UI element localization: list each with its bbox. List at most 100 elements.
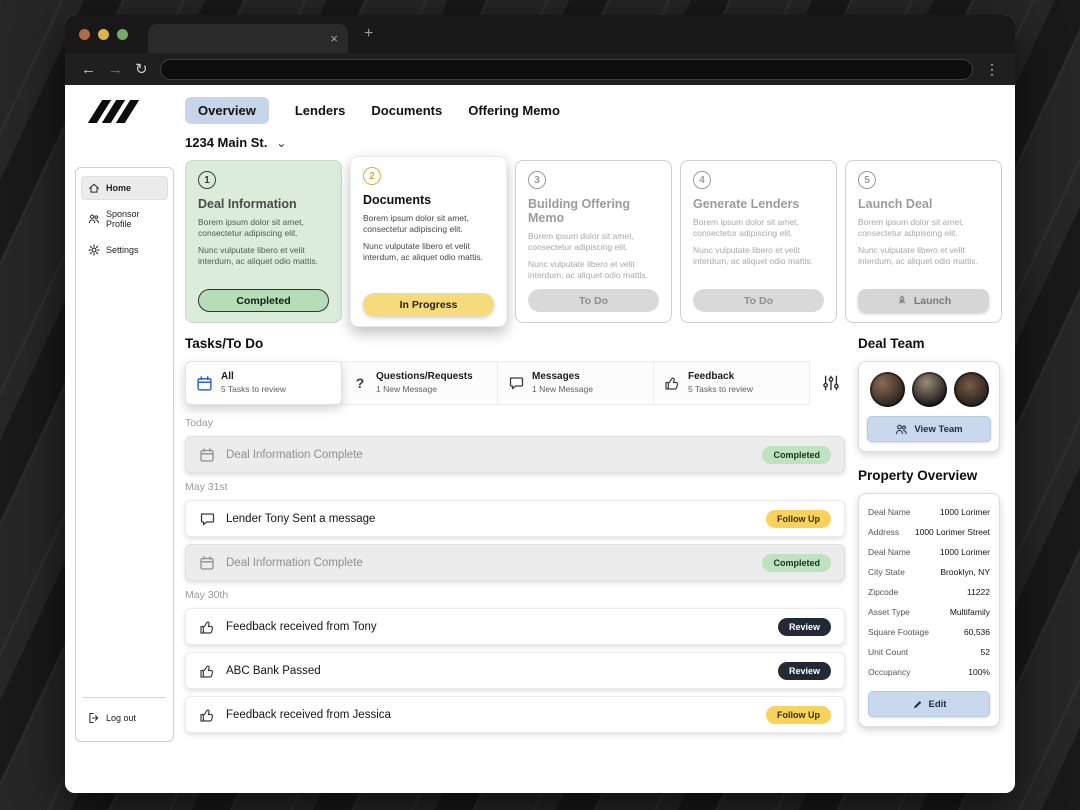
home-icon [88, 183, 100, 193]
avatar[interactable] [911, 372, 947, 407]
browser-toolbar: ← → ↻ ⋮ [65, 53, 1015, 85]
property-row: Unit Count 52 [868, 642, 990, 662]
property-label: Zipcode [868, 587, 899, 597]
property-row: Address 1000 Lorimer Street [868, 522, 990, 542]
edit-button-label: Edit [928, 698, 947, 710]
task-text: Feedback received from Jessica [226, 708, 391, 721]
task-group-label: May 30th [185, 589, 229, 601]
thumbs-up-icon [200, 709, 214, 722]
gear-icon [88, 244, 100, 256]
task-text: Deal Information Complete [226, 556, 363, 569]
step-body: Borem ipsum dolor sit amet, consectetur … [363, 213, 469, 235]
property-label: Address [868, 527, 900, 537]
sliders-icon [823, 375, 839, 391]
chat-icon [200, 512, 215, 525]
refresh-icon[interactable]: ↻ [135, 62, 148, 77]
avatar[interactable] [869, 372, 905, 407]
filter-title: Questions/Requests [376, 371, 473, 383]
forward-icon[interactable]: → [108, 62, 123, 77]
step-card-generate-lenders: 4 Generate Lenders Borem ipsum dolor sit… [680, 160, 837, 323]
sidebar-item-label: Home [106, 183, 132, 193]
task-group-label: May 31st [185, 481, 228, 493]
new-tab-button[interactable]: + [364, 25, 373, 43]
avatar[interactable] [953, 372, 989, 407]
task-text: Deal Information Complete [226, 448, 363, 461]
property-label: Deal Name [868, 507, 911, 517]
tab-overview[interactable]: Overview [185, 97, 269, 124]
sidebar-item-logout[interactable]: Log out [81, 706, 168, 730]
tab-documents[interactable]: Documents [371, 97, 442, 124]
task-row[interactable]: Deal Information Complete Completed [185, 544, 845, 581]
property-row: City State Brooklyn, NY [868, 562, 990, 582]
step-status-todo: To Do [528, 289, 659, 312]
property-row: Deal Name 1000 Lorimer [868, 542, 990, 562]
step-card-launch-deal: 5 Launch Deal Borem ipsum dolor sit amet… [845, 160, 1002, 323]
filter-title: Feedback [688, 371, 735, 383]
question-icon: ? [355, 375, 365, 391]
step-card-documents: 2 Documents Borem ipsum dolor sit amet, … [350, 156, 507, 327]
thumbs-up-icon [200, 665, 214, 678]
property-row: Zipcode 11222 [868, 582, 990, 602]
task-row[interactable]: ABC Bank Passed Review [185, 652, 845, 689]
property-label: Asset Type [868, 607, 910, 617]
window-close-button[interactable] [79, 28, 90, 40]
property-row: Occupancy 100% [868, 662, 990, 682]
property-value: 52 [980, 647, 990, 657]
property-value: 11222 [966, 587, 990, 597]
filter-tab-all[interactable]: All 5 Tasks to review [185, 361, 342, 405]
filter-subtitle: 1 New Message [532, 383, 593, 394]
task-row[interactable]: Lender Tony Sent a message Follow Up [185, 500, 845, 537]
rocket-icon [898, 294, 906, 305]
task-filter-settings-button[interactable] [817, 369, 845, 397]
property-value: 60,536 [964, 627, 990, 637]
property-value: 100% [968, 667, 990, 677]
step-body: Nunc vulputate libero et velit interdum,… [858, 245, 979, 267]
step-number: 1 [198, 171, 216, 189]
tab-offering-memo[interactable]: Offering Memo [468, 97, 560, 124]
deal-team-card: View Team [858, 361, 1000, 452]
window-zoom-button[interactable] [117, 28, 128, 40]
filter-tab-feedback[interactable]: Feedback 5 Tasks to review [653, 361, 810, 405]
step-card-building-offering-memo: 3 Building Offering Memo Borem ipsum dol… [515, 160, 672, 323]
step-title: Documents [363, 193, 432, 207]
launch-button[interactable]: Launch [858, 289, 989, 312]
task-row[interactable]: Feedback received from Jessica Follow Up [185, 696, 845, 733]
property-overview-card: Deal Name 1000 Lorimer Address 1000 Lori… [858, 493, 1000, 727]
view-team-button[interactable]: View Team [867, 416, 991, 442]
property-selector[interactable]: 1234 Main St. ⌄ [185, 135, 286, 150]
calendar-icon [200, 447, 214, 462]
sidebar-item-sponsor-profile[interactable]: Sponsor Profile [81, 203, 168, 235]
back-icon[interactable]: ← [81, 62, 96, 77]
browser-tab[interactable]: × [148, 24, 348, 53]
tab-lenders[interactable]: Lenders [295, 97, 346, 124]
sidebar-item-settings[interactable]: Settings [81, 238, 168, 262]
step-number: 2 [363, 167, 381, 185]
step-status-in-progress: In Progress [363, 293, 494, 316]
calendar-icon [197, 375, 212, 391]
app-logo [87, 98, 140, 124]
task-row[interactable]: Deal Information Complete Completed [185, 436, 845, 473]
window-minimize-button[interactable] [98, 28, 109, 40]
address-bar[interactable] [159, 58, 973, 80]
task-row[interactable]: Feedback received from Tony Review [185, 608, 845, 645]
tasks-heading: Tasks/To Do [185, 336, 264, 351]
filter-subtitle: 1 New Message [376, 383, 437, 394]
desktop-background: × + ← → ↻ ⋮ Overview Lenders Documents O… [0, 0, 1080, 810]
browser-menu-icon[interactable]: ⋮ [985, 61, 999, 78]
chat-icon [509, 377, 524, 390]
filter-title: Messages [532, 371, 580, 383]
step-body: Nunc vulputate libero et velit interdum,… [198, 245, 319, 267]
step-number: 5 [858, 171, 876, 189]
users-icon [89, 214, 99, 224]
filter-tab-messages[interactable]: Messages 1 New Message [497, 361, 654, 405]
tab-close-icon[interactable]: × [330, 31, 338, 46]
sidebar-item-home[interactable]: Home [81, 176, 168, 200]
step-body: Borem ipsum dolor sit amet, consectetur … [858, 217, 964, 239]
calendar-icon [200, 555, 214, 570]
step-card-deal-information: 1 Deal Information Borem ipsum dolor sit… [185, 160, 342, 323]
sidebar-item-label: Settings [106, 245, 139, 255]
filter-tab-questions[interactable]: ? Questions/Requests 1 New Message [341, 361, 498, 405]
edit-button[interactable]: Edit [868, 691, 990, 717]
step-body: Nunc vulputate libero et velit interdum,… [363, 241, 484, 263]
property-value: 1000 Lorimer [939, 507, 990, 517]
